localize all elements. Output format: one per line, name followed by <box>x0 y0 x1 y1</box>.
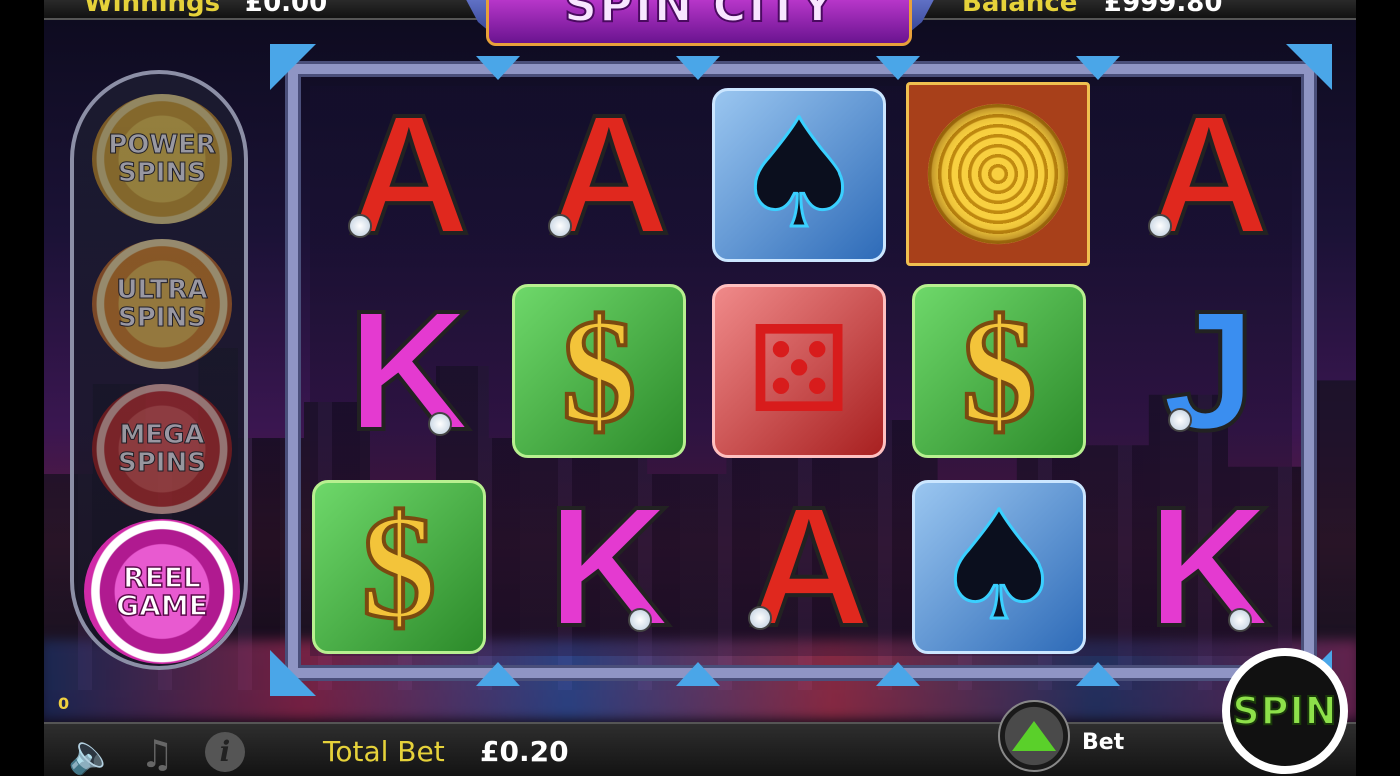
winnings-label: Winnings <box>84 0 221 18</box>
reel-game-chip[interactable]: REEL GAME <box>84 519 240 664</box>
spin-button[interactable]: SPIN <box>1222 648 1348 774</box>
right-letterbox <box>1356 0 1400 776</box>
king-symbol: K <box>546 472 673 662</box>
reel-symbol-spade: ♠ <box>710 86 888 264</box>
feature-chips-panel: POWER SPINS ULTRA SPINS MEGA SPINS REEL … <box>70 70 248 670</box>
reel-symbol-dice: ⚄ <box>710 282 888 460</box>
reel-game-label: REEL GAME <box>115 560 208 622</box>
reel-symbol-dollar: $ <box>310 478 488 656</box>
dollar-sign-icon: $ <box>960 288 1039 454</box>
reel-symbol-spade: ♠ <box>910 478 1088 656</box>
frame-corner-ornament <box>1286 44 1332 90</box>
reel-frame: A A ♠ A K $ ⚄ $ J $ K A ♠ K <box>270 44 1332 696</box>
reel-symbol-ace-red: A <box>720 478 898 656</box>
winnings-value: £0.00 <box>245 0 328 18</box>
reel-symbol-ace-red: A <box>1120 86 1298 264</box>
reel-grid: A A ♠ A K $ ⚄ $ J $ K A ♠ K <box>310 82 1292 656</box>
diamond-gem-icon <box>348 214 372 238</box>
frame-notch <box>876 662 920 686</box>
spade-icon: ♠ <box>930 480 1067 654</box>
diamond-gem-icon <box>628 608 652 632</box>
king-symbol: K <box>346 276 473 466</box>
diamond-gem-icon <box>428 412 452 436</box>
frame-notch <box>676 56 720 80</box>
left-letterbox <box>0 0 44 776</box>
reel-symbol-king-pink: K <box>520 478 698 656</box>
music-icon: ♫ <box>140 732 175 776</box>
frame-corner-ornament <box>270 650 316 696</box>
bet-increase-button[interactable] <box>998 700 1070 772</box>
frame-corner-ornament <box>270 44 316 90</box>
total-bet-label: Total Bet <box>323 735 445 768</box>
mega-spins-chip: MEGA SPINS <box>92 384 232 514</box>
speaker-icon: 🔈 <box>68 732 116 776</box>
logo-text: SPIN CITY <box>563 0 837 33</box>
game-logo: SPIN CITY <box>462 0 938 54</box>
bet-label: Bet <box>1082 730 1125 755</box>
reel-symbol-king-pink: K <box>320 282 498 460</box>
diamond-gem-icon <box>548 214 572 238</box>
reel-symbol-ace-red: A <box>320 86 498 264</box>
diamond-gem-icon <box>1168 408 1192 432</box>
frame-notch <box>476 662 520 686</box>
power-spins-chip: POWER SPINS <box>92 94 232 224</box>
diamond-gem-icon <box>1148 214 1172 238</box>
frame-notch <box>476 56 520 80</box>
spin-label: SPIN <box>1231 688 1338 734</box>
frame-notch <box>1076 662 1120 686</box>
frame-notch <box>676 662 720 686</box>
dice-icon: ⚄ <box>746 301 852 440</box>
power-spins-label: POWER SPINS <box>108 130 217 188</box>
info-button[interactable]: i <box>205 732 245 772</box>
feature-counter: 0 <box>58 694 70 713</box>
total-bet-value: £0.20 <box>480 735 569 768</box>
music-toggle-button[interactable]: ♫ <box>140 732 174 776</box>
reel-symbol-king-pink: K <box>1120 478 1298 656</box>
dollar-sign-icon: $ <box>360 484 439 650</box>
dollar-sign-icon: $ <box>560 288 639 454</box>
ultra-spins-label: ULTRA SPINS <box>116 275 208 333</box>
mega-spins-label: MEGA SPINS <box>118 420 207 478</box>
info-icon: i <box>219 735 231 768</box>
balance-value: £999.80 <box>1104 0 1223 18</box>
ultra-spins-chip: ULTRA SPINS <box>92 239 232 369</box>
frame-notch <box>1076 56 1120 80</box>
diamond-gem-icon <box>1228 608 1252 632</box>
diamond-gem-icon <box>748 606 772 630</box>
spade-icon: ♠ <box>730 88 867 262</box>
king-symbol: K <box>1146 472 1273 662</box>
reel-symbol-dollar: $ <box>910 282 1088 460</box>
game-screen: Winnings £0.00 Balance £999.80 SPIN CITY… <box>0 0 1400 776</box>
arrow-up-icon <box>1012 721 1056 751</box>
sound-toggle-button[interactable]: 🔈 <box>68 732 115 776</box>
reel-symbol-gold-coins <box>904 80 1092 268</box>
reel-symbol-dollar: $ <box>510 282 688 460</box>
reel-symbol-jack-blue: J <box>1120 282 1298 460</box>
gold-coins-icon <box>928 104 1068 244</box>
balance-label: Balance <box>962 0 1078 18</box>
frame-notch <box>876 56 920 80</box>
reel-symbol-ace-red: A <box>520 86 698 264</box>
